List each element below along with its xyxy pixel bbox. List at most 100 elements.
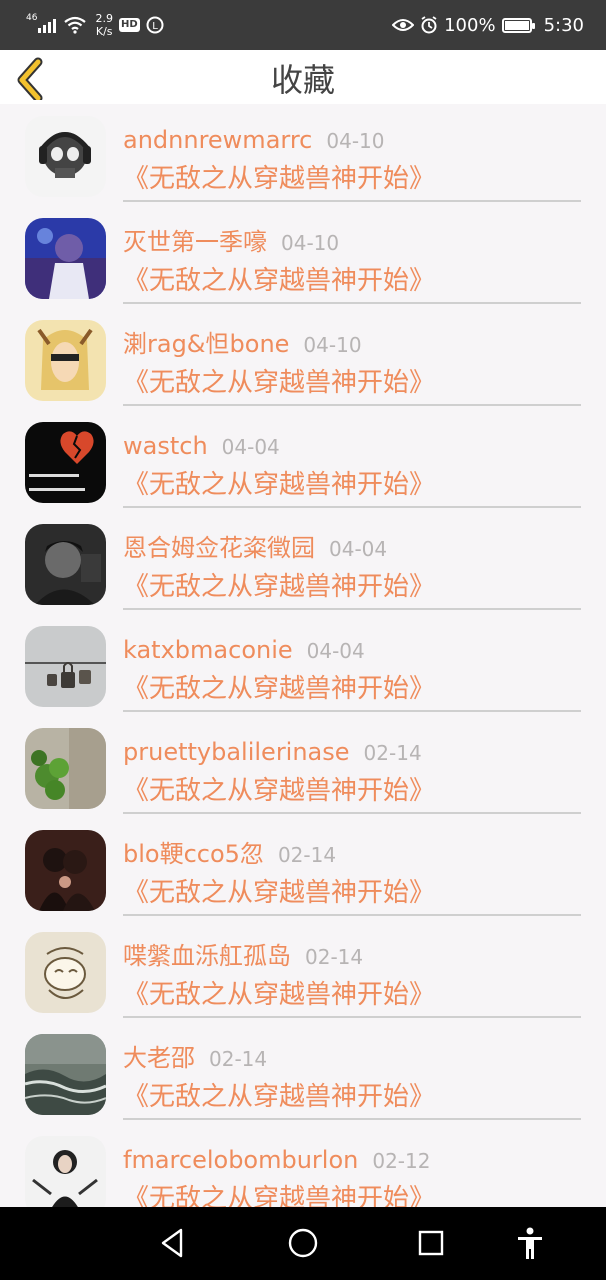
book-title[interactable]: 《无敌之从穿越兽神开始》 xyxy=(123,570,435,604)
wifi-icon xyxy=(64,16,87,34)
favorite-date: 04-10 xyxy=(303,333,362,357)
user-name-text: pruettybalilerinase xyxy=(123,738,350,766)
book-title[interactable]: 《无敌之从穿越兽神开始》 xyxy=(123,774,435,808)
favorite-date: 04-10 xyxy=(281,231,340,255)
favorite-date: 02-14 xyxy=(363,741,422,765)
list-item[interactable]: 大老邵 02-14 《无敌之从穿越兽神开始》 xyxy=(0,1022,606,1124)
anime-character-avatar xyxy=(25,218,106,299)
list-item[interactable]: 灭世第一季嚎 04-10 《无敌之从穿越兽神开始》 xyxy=(0,206,606,308)
user-name: katxbmaconie 04-04 xyxy=(123,634,365,667)
avatar[interactable] xyxy=(25,116,106,197)
dark-portrait-avatar xyxy=(25,524,106,605)
alarm-icon xyxy=(421,16,437,34)
user-name-text: fmarcelobomburlon xyxy=(123,1146,359,1174)
avatar[interactable] xyxy=(25,1034,106,1115)
blonde-character-avatar xyxy=(25,320,106,401)
avatar[interactable] xyxy=(25,524,106,605)
user-name-text: 喋縏血泺舡孤岛 xyxy=(123,942,291,970)
favorite-date: 04-04 xyxy=(329,537,388,561)
book-title[interactable]: 《无敌之从穿越兽神开始》 xyxy=(123,468,435,502)
favorite-date: 04-10 xyxy=(326,129,385,153)
user-name-text: 恩合姆佥花粢徵园 xyxy=(123,534,315,562)
user-name-text: 溂rag&怛bone xyxy=(123,330,290,358)
user-name: wastch 04-04 xyxy=(123,430,280,463)
book-title[interactable]: 《无敌之从穿越兽神开始》 xyxy=(123,978,435,1012)
nav-accessibility-button[interactable] xyxy=(512,1225,548,1261)
list-item[interactable]: blo鞕cco5忽 02-14 《无敌之从穿越兽神开始》 xyxy=(0,818,606,920)
avatar[interactable] xyxy=(25,218,106,299)
favorite-date: 02-14 xyxy=(305,945,364,969)
favorite-date: 02-12 xyxy=(372,1149,431,1173)
list-item[interactable]: katxbmaconie 04-04 《无敌之从穿越兽神开始》 xyxy=(0,614,606,716)
nav-home-button[interactable] xyxy=(285,1225,321,1261)
divider xyxy=(123,914,581,916)
sync-icon: L xyxy=(146,16,164,34)
nav-recents-button[interactable] xyxy=(413,1225,449,1261)
list-item[interactable]: pruettybalilerinase 02-14 《无敌之从穿越兽神开始》 xyxy=(0,716,606,818)
list-item[interactable]: fmarcelobomburlon 02-12 《无敌之从穿越兽神开始》 xyxy=(0,1124,606,1207)
circle-home-icon xyxy=(288,1228,318,1258)
skull-headphones-avatar xyxy=(25,116,106,197)
avatar[interactable] xyxy=(25,932,106,1013)
user-name-text: 灭世第一季嚎 xyxy=(123,228,267,256)
list-item[interactable]: 溂rag&怛bone 04-10 《无敌之从穿越兽神开始》 xyxy=(0,308,606,410)
user-name: 喋縏血泺舡孤岛 02-14 xyxy=(123,940,363,973)
user-name-text: wastch xyxy=(123,432,208,460)
divider xyxy=(123,506,581,508)
user-name: 溂rag&怛bone 04-10 xyxy=(123,328,362,361)
system-nav-bar xyxy=(0,1207,606,1280)
divider xyxy=(123,404,581,406)
app-header: 收藏 xyxy=(0,50,606,104)
favorite-date: 04-04 xyxy=(221,435,280,459)
eye-icon xyxy=(392,19,415,31)
plant-wall-avatar xyxy=(25,728,106,809)
book-title[interactable]: 《无敌之从穿越兽神开始》 xyxy=(123,366,435,400)
status-bar: 46 2.9 K/s HD L 100% 5:30 xyxy=(0,0,606,50)
cartoon-sketch-avatar xyxy=(25,932,106,1013)
list-item[interactable]: 喋縏血泺舡孤岛 02-14 《无敌之从穿越兽神开始》 xyxy=(0,920,606,1022)
clock: 5:30 xyxy=(543,14,584,36)
book-title[interactable]: 《无敌之从穿越兽神开始》 xyxy=(123,1182,435,1207)
padlocks-avatar xyxy=(25,626,106,707)
avatar[interactable] xyxy=(25,320,106,401)
avatar[interactable] xyxy=(25,728,106,809)
ocean-waves-avatar xyxy=(25,1034,106,1115)
user-name: 灭世第一季嚎 04-10 xyxy=(123,226,339,259)
avatar[interactable] xyxy=(25,1136,106,1207)
favorite-date: 04-04 xyxy=(306,639,365,663)
avatar[interactable] xyxy=(25,422,106,503)
status-left: 46 2.9 K/s HD L xyxy=(26,10,164,40)
avatar[interactable] xyxy=(25,626,106,707)
user-name: 大老邵 02-14 xyxy=(123,1042,267,1075)
book-title[interactable]: 《无敌之从穿越兽神开始》 xyxy=(123,162,435,196)
triangle-back-icon xyxy=(161,1228,183,1258)
user-name: pruettybalilerinase 02-14 xyxy=(123,736,422,769)
nav-back-button[interactable] xyxy=(155,1225,191,1261)
divider xyxy=(123,200,581,202)
book-title[interactable]: 《无敌之从穿越兽神开始》 xyxy=(123,876,435,910)
user-name-text: katxbmaconie xyxy=(123,636,293,664)
user-name-text: 大老邵 xyxy=(123,1044,195,1072)
cell-signal-icon xyxy=(38,19,57,33)
book-title[interactable]: 《无敌之从穿越兽神开始》 xyxy=(123,672,435,706)
favorites-list[interactable]: andnnrewmarrc 04-10 《无敌之从穿越兽神开始》 灭世第一季嚎 04… xyxy=(0,104,606,1207)
book-title[interactable]: 《无敌之从穿越兽神开始》 xyxy=(123,264,435,298)
divider xyxy=(123,302,581,304)
user-name: andnnrewmarrc 04-10 xyxy=(123,124,385,157)
divider xyxy=(123,1016,581,1018)
favorite-date: 02-14 xyxy=(277,843,337,867)
square-recents-icon xyxy=(418,1230,444,1256)
list-item[interactable]: 恩合姆佥花粢徵园 04-04 《无敌之从穿越兽神开始》 xyxy=(0,512,606,614)
hd-badge: HD xyxy=(118,18,140,32)
page-title: 收藏 xyxy=(270,61,335,99)
avatar[interactable] xyxy=(25,830,106,911)
network-speed-value: 2.9 xyxy=(95,12,113,25)
divider xyxy=(123,710,581,712)
favorite-date: 02-14 xyxy=(209,1047,268,1071)
list-item[interactable]: andnnrewmarrc 04-10 《无敌之从穿越兽神开始》 xyxy=(0,104,606,206)
accessibility-icon xyxy=(518,1227,542,1259)
list-item[interactable]: wastch 04-04 《无敌之从穿越兽神开始》 xyxy=(0,410,606,512)
book-title[interactable]: 《无敌之从穿越兽神开始》 xyxy=(123,1080,435,1114)
couple-avatar xyxy=(25,830,106,911)
network-speed-unit: K/s xyxy=(95,25,113,38)
